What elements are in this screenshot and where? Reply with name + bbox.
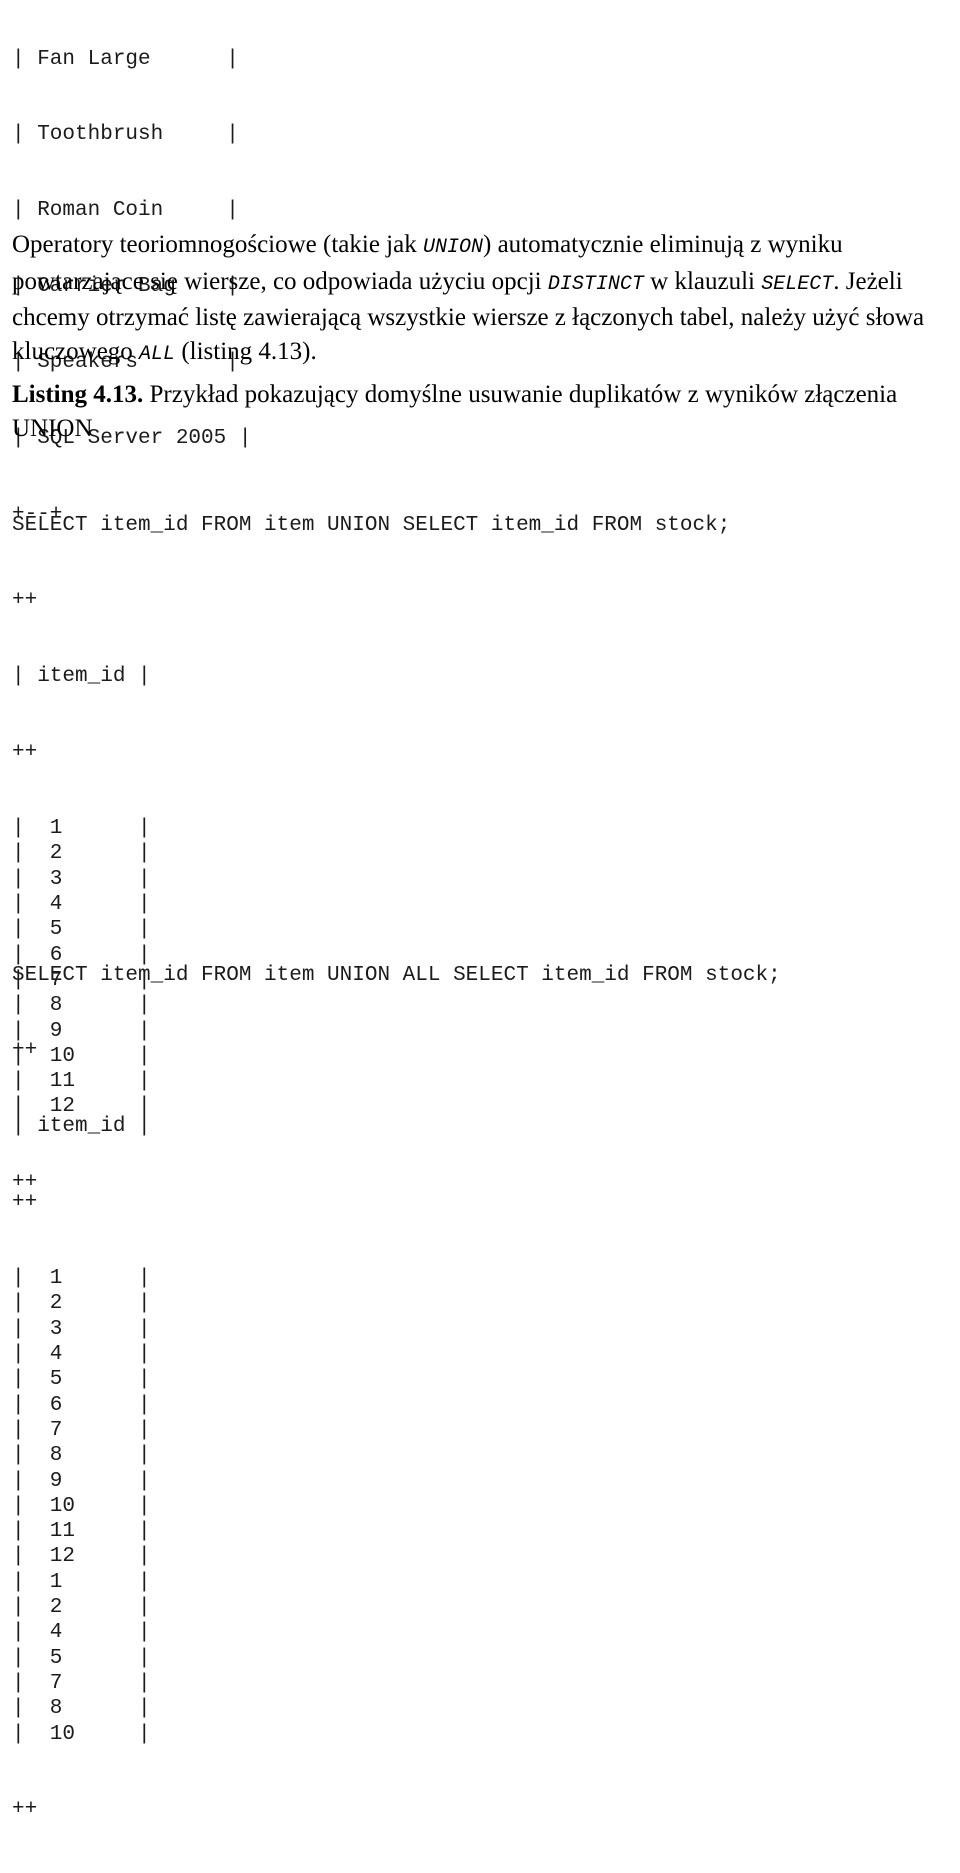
table-row: | 7 | xyxy=(12,1418,151,1442)
table-row: | 1 | xyxy=(12,1570,151,1594)
paragraph-text: (listing 4.13). xyxy=(175,337,317,365)
document-page: | Fan Large | | Toothbrush | | Roman Coi… xyxy=(0,0,960,1822)
table-row: | 4 | xyxy=(12,1343,151,1367)
table-row: | 9 | xyxy=(12,1469,151,1493)
table-row: | 10 | xyxy=(12,1722,151,1746)
listing-caption-label: Listing 4.13. xyxy=(12,381,144,408)
table-row: | 8 | xyxy=(12,1444,151,1468)
body-paragraph: Operatory teoriomnogościowe (takie jak U… xyxy=(12,228,932,371)
paragraph-code: SELECT xyxy=(761,272,834,296)
table-row: | 5 | xyxy=(12,1646,151,1670)
table-row: | 7 | xyxy=(12,1671,151,1695)
table-body: | 1 | | 2 | | 3 | | 4 | | 5 | | 6 | | 7 | | 8 |… xyxy=(12,1266,781,1747)
table-top-border: ++ xyxy=(12,1039,38,1063)
table-row: | 2 | xyxy=(12,1292,151,1316)
paragraph-code: DISTINCT xyxy=(547,272,644,296)
sql-query: SELECT item_id FROM item UNION ALL SELEC… xyxy=(12,963,781,987)
listing-caption: Listing 4.13. Przykład pokazujący domyśl… xyxy=(12,378,942,445)
table-row: | Toothbrush | xyxy=(12,123,239,147)
table-row: | 10 | xyxy=(12,1494,151,1518)
table-row: | 1 | xyxy=(12,1267,151,1291)
table-row: | 3 | xyxy=(12,867,151,891)
table-row: | 3 | xyxy=(12,1317,151,1341)
table-row: | 4 | xyxy=(12,1621,151,1645)
table-top-border: ++ xyxy=(12,589,38,613)
listing-caption-text: Przykład pokazujący domyślne usuwanie du… xyxy=(12,381,898,442)
table-header: | item_id | xyxy=(12,665,151,689)
table-row: | 12 | xyxy=(12,1545,151,1569)
paragraph-text: w klauzuli xyxy=(643,267,762,295)
table-row: | 1 | xyxy=(12,817,151,841)
paragraph-code: UNION xyxy=(422,236,483,259)
table-header: | item_id | xyxy=(12,1115,151,1139)
union-all-example: SELECT item_id FROM item UNION ALL SELEC… xyxy=(12,912,781,1873)
table-row: | Fan Large | xyxy=(12,47,239,71)
paragraph-text: Operatory teoriomnogościowe (takie jak xyxy=(12,231,423,258)
table-bottom-border: ++ xyxy=(12,1798,38,1822)
table-mid-border: ++ xyxy=(12,1191,38,1215)
table-mid-border: ++ xyxy=(12,741,38,765)
table-row: | 11 | xyxy=(12,1520,151,1544)
table-row: | 5 | xyxy=(12,1368,151,1392)
table-row: | 2 | xyxy=(12,1596,151,1620)
table-row: | 8 | xyxy=(12,1697,151,1721)
paragraph-code: ALL xyxy=(139,342,176,366)
table-row: | 2 | xyxy=(12,842,151,866)
table-row: | Roman Coin | xyxy=(12,199,239,223)
table-row: | 6 | xyxy=(12,1393,151,1417)
sql-query: SELECT item_id FROM item UNION SELECT it… xyxy=(12,513,731,537)
